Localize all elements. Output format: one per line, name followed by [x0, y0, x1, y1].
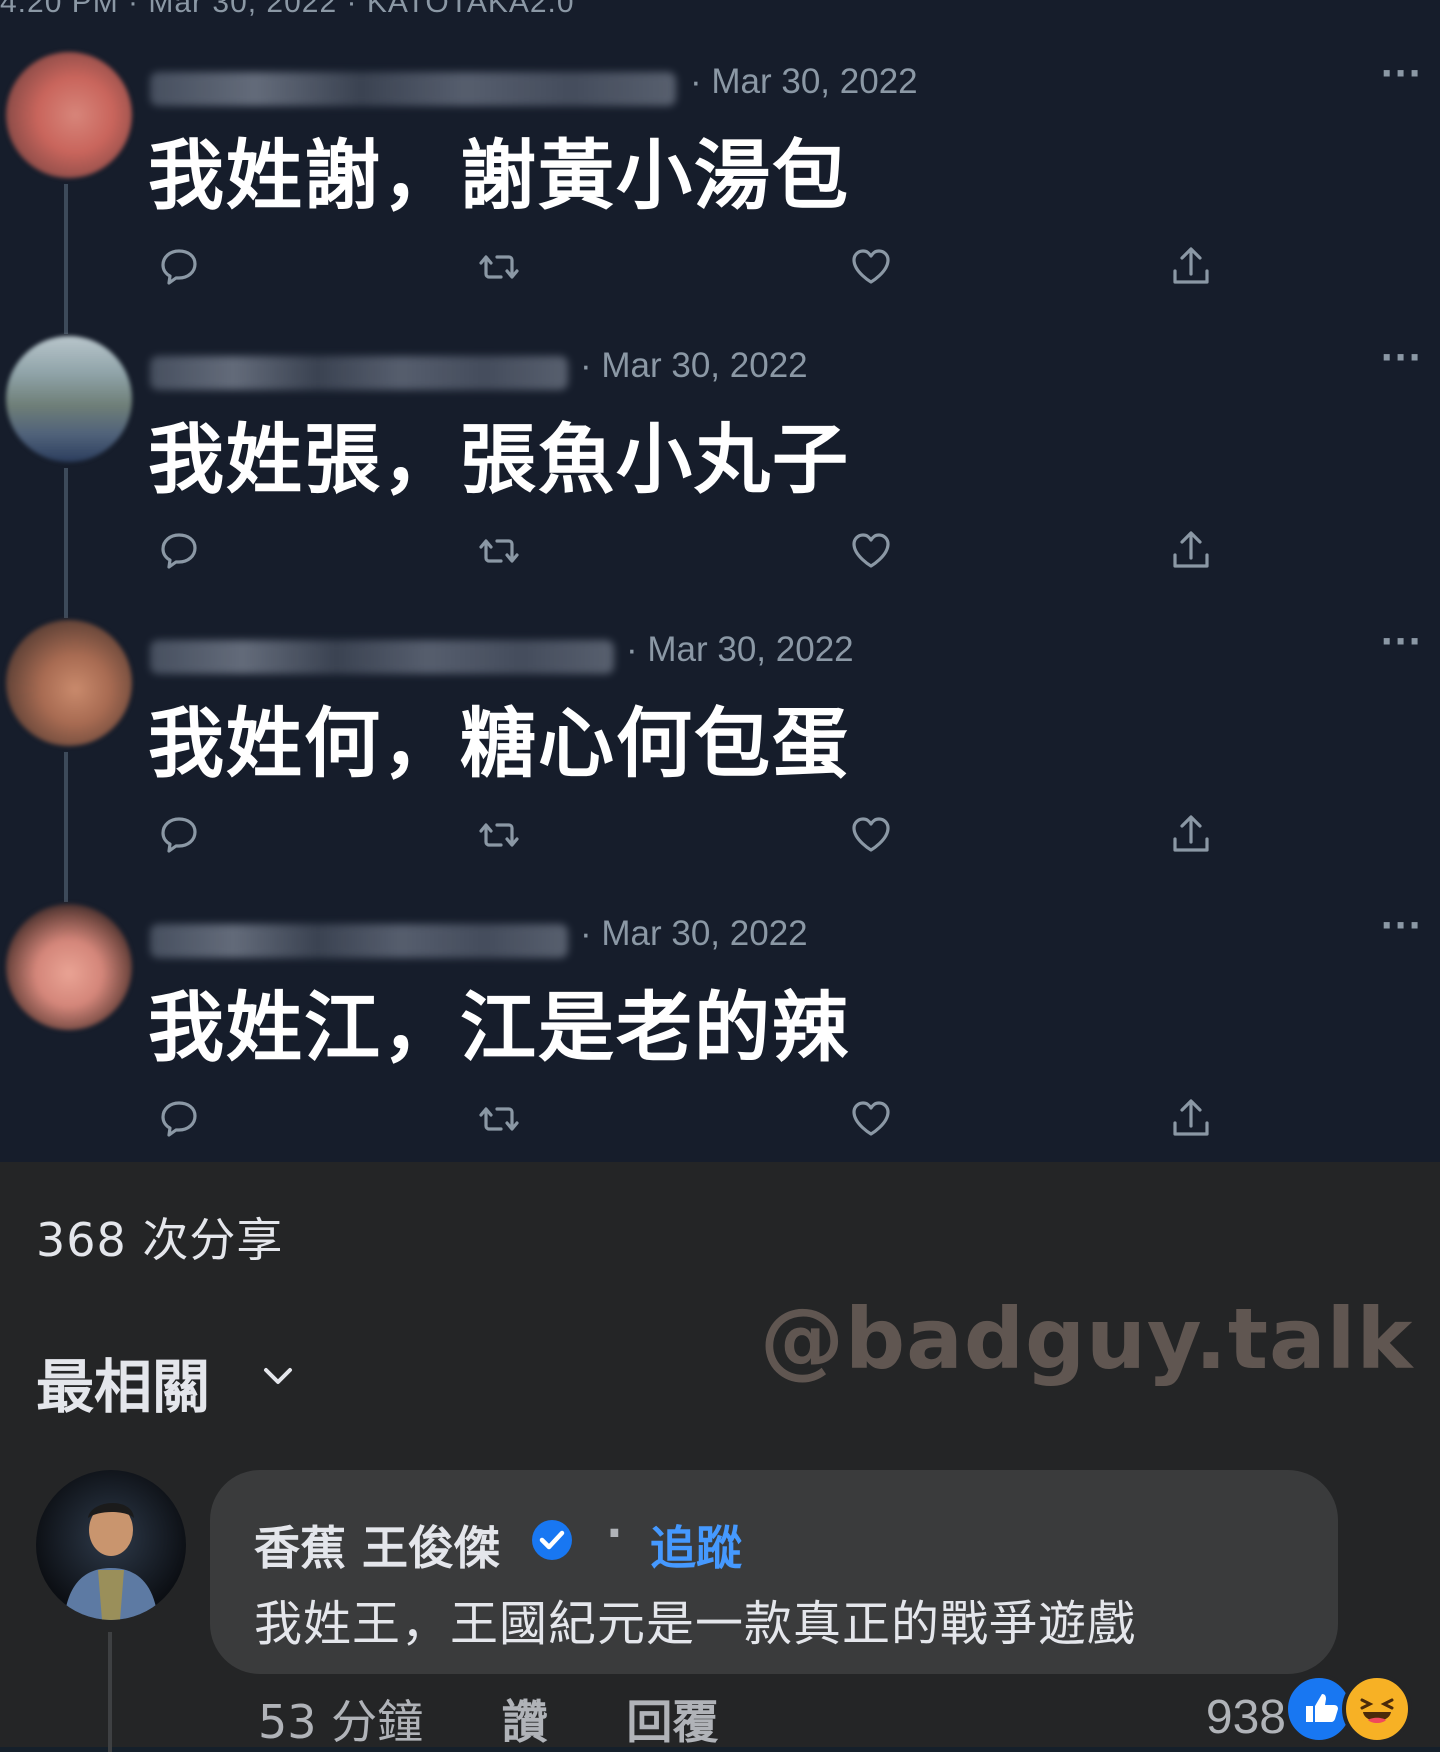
tweet-text: 我姓何，糖心何包蛋 [148, 699, 850, 788]
username-blurred [150, 72, 676, 106]
avatar[interactable] [6, 336, 132, 462]
comment-sort-selector[interactable]: 最相關 [36, 1340, 210, 1424]
username-blurred [150, 640, 614, 674]
tweet-actions [0, 528, 1440, 578]
watermark: @badguy.talk [760, 1290, 1414, 1388]
separator-dot: · [606, 1508, 623, 1559]
comment-reactions[interactable]: 938 [1116, 1674, 1416, 1744]
tweet-header-meta: 4:20 PM · Mar 30, 2022 · KATOTAKA2.0 [0, 0, 575, 19]
reply-icon[interactable] [156, 1096, 202, 1142]
username-blurred [150, 356, 568, 390]
like-icon[interactable] [848, 528, 894, 574]
tweet[interactable]: · Mar 30, 2022 ··· 我姓何，糖心何包蛋 [0, 620, 1440, 903]
username-blurred [150, 924, 568, 958]
avatar[interactable] [36, 1470, 186, 1620]
more-options-icon[interactable]: ··· [1380, 338, 1422, 378]
haha-reaction-icon [1342, 1674, 1412, 1744]
avatar[interactable] [6, 52, 132, 178]
comment-author[interactable]: 香蕉 王俊傑 [254, 1512, 500, 1578]
reply-button[interactable]: 回覆 [626, 1695, 718, 1749]
tweet-actions [0, 812, 1440, 862]
like-button[interactable]: 讚 [502, 1695, 548, 1749]
retweet-icon[interactable] [476, 528, 522, 574]
tweet-date: · Mar 30, 2022 [580, 914, 808, 953]
share-count[interactable]: 368 次分享 [36, 1204, 283, 1270]
share-icon[interactable] [1168, 244, 1214, 290]
reply-icon[interactable] [156, 244, 202, 290]
tweet-text: 我姓謝，謝黃小湯包 [148, 131, 850, 220]
more-options-icon[interactable]: ··· [1380, 622, 1422, 662]
more-options-icon[interactable]: ··· [1380, 54, 1422, 94]
retweet-icon[interactable] [476, 244, 522, 290]
share-icon[interactable] [1168, 812, 1214, 858]
more-options-icon[interactable]: ··· [1380, 906, 1422, 946]
tweet-text: 我姓張，張魚小丸子 [148, 415, 850, 504]
comment-text: 我姓王，王國紀元是一款真正的戰爭遊戲 [254, 1596, 1137, 1652]
tweet-text: 我姓江，江是老的辣 [148, 983, 850, 1072]
tweet[interactable]: · Mar 30, 2022 ··· 我姓張，張魚小丸子 [0, 336, 1440, 619]
follow-button[interactable]: 追蹤 [650, 1512, 742, 1578]
tweet[interactable]: · Mar 30, 2022 ··· 我姓謝，謝黃小湯包 [0, 52, 1440, 335]
comment-bubble: 香蕉 王俊傑 · 追蹤 我姓王，王國紀元是一款真正的戰爭遊戲 [210, 1470, 1338, 1674]
tweet-date: · Mar 30, 2022 [626, 630, 854, 669]
avatar[interactable] [6, 620, 132, 746]
like-icon[interactable] [848, 812, 894, 858]
twitter-thread-screenshot: 4:20 PM · Mar 30, 2022 · KATOTAKA2.0 · M… [0, 0, 1440, 1162]
share-icon[interactable] [1168, 1096, 1214, 1142]
chevron-down-icon[interactable] [258, 1356, 298, 1396]
tweet-date: · Mar 30, 2022 [580, 346, 808, 385]
tweet-actions [0, 1096, 1440, 1146]
retweet-icon[interactable] [476, 812, 522, 858]
retweet-icon[interactable] [476, 1096, 522, 1142]
thread-line [108, 1632, 112, 1752]
tweet-actions [0, 244, 1440, 294]
reply-icon[interactable] [156, 812, 202, 858]
like-icon[interactable] [848, 244, 894, 290]
tweet[interactable]: · Mar 30, 2022 ··· 我姓江，江是老的辣 [0, 904, 1440, 1162]
facebook-post-footer: 368 次分享 @badguy.talk 最相關 香蕉 王俊傑 · 追蹤 我姓王… [0, 1162, 1440, 1752]
comment-time: 53 分鐘 [258, 1695, 424, 1749]
like-icon[interactable] [848, 1096, 894, 1142]
reaction-count: 938 [1205, 1691, 1286, 1744]
avatar[interactable] [6, 904, 132, 1030]
tweet-date: · Mar 30, 2022 [690, 62, 918, 101]
reply-icon[interactable] [156, 528, 202, 574]
verified-badge-icon [530, 1518, 574, 1562]
comment-meta: 53 分鐘 讚 回覆 [258, 1686, 782, 1752]
share-icon[interactable] [1168, 528, 1214, 574]
